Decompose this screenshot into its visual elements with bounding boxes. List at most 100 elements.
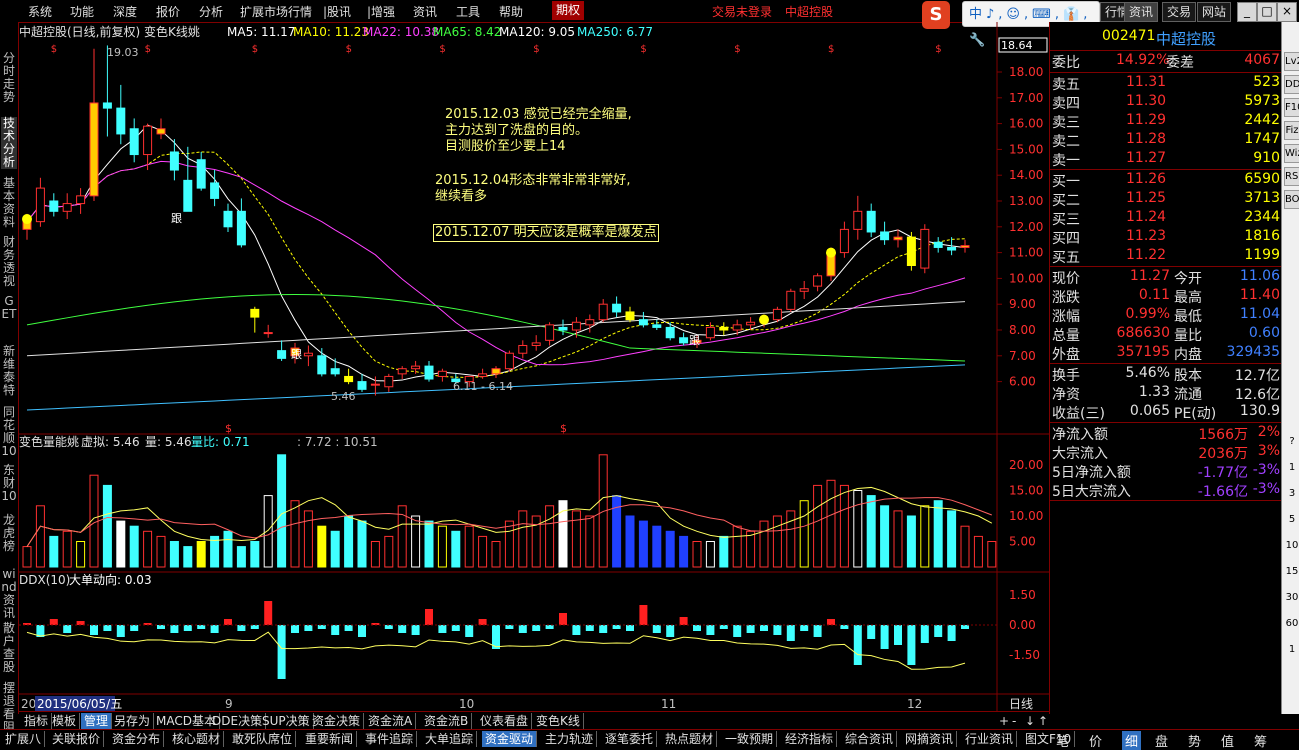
indicator-tab[interactable]: 资金流B (421, 713, 473, 729)
vtab-dc10[interactable]: 东财10 (1, 464, 17, 503)
candle-body[interactable] (116, 107, 126, 135)
extension-tab[interactable]: 主力轨迹 (542, 731, 598, 747)
candle-body[interactable] (491, 368, 501, 375)
detail-tab[interactable]: 盘 (1155, 731, 1168, 750)
extension-tab[interactable]: 敢死队席位 (229, 731, 297, 747)
vtab-finance[interactable]: 财务透视 (1, 236, 17, 288)
extension-tab[interactable]: 大单追踪 (422, 731, 478, 747)
candle-body[interactable] (49, 200, 59, 212)
candle-body[interactable] (652, 324, 662, 328)
candle-body[interactable] (102, 102, 112, 109)
candle-body[interactable] (799, 288, 809, 292)
candle-body[interactable] (411, 365, 421, 370)
candle-body[interactable] (960, 245, 970, 248)
candle-body[interactable] (370, 383, 380, 386)
menu-info[interactable]: 资讯 (413, 3, 437, 20)
candle-body[interactable] (437, 370, 447, 377)
vtab-resist[interactable]: 摆退看阻 (1, 682, 17, 734)
candle-body[interactable] (746, 321, 756, 326)
candle-body[interactable] (705, 326, 715, 339)
candle-body[interactable] (612, 303, 622, 313)
candle-body[interactable] (236, 210, 246, 246)
side-tool-icon[interactable]: Wiz (1284, 144, 1299, 163)
candle-body[interactable] (638, 319, 648, 326)
period-shortcut[interactable]: 1 (1284, 640, 1299, 659)
candle-body[interactable] (424, 365, 434, 380)
detail-tab[interactable]: 势 (1188, 731, 1201, 750)
side-tool-icon[interactable]: Lv2 (1284, 52, 1299, 71)
candle-body[interactable] (330, 368, 340, 375)
vtab-timeshare[interactable]: 分时走势 (1, 52, 17, 104)
menu-depth[interactable]: 深度 (113, 3, 137, 20)
period-shortcut[interactable]: 10 (1284, 536, 1299, 555)
candle-body[interactable] (210, 182, 220, 199)
period-label[interactable]: 日线 (1009, 697, 1033, 711)
candle-body[interactable] (35, 187, 45, 223)
extension-tab[interactable]: 网摘资讯 (902, 731, 958, 747)
candle-body[interactable] (478, 373, 488, 377)
detail-tab[interactable]: 值 (1221, 731, 1234, 750)
candle-body[interactable] (62, 203, 72, 212)
vtab-lhb[interactable]: 龙虎榜 (1, 514, 17, 553)
candle-body[interactable] (169, 151, 179, 171)
period-shortcut[interactable]: 3 (1284, 484, 1299, 503)
menu-help[interactable]: 帮助 (499, 3, 523, 20)
candle-body[interactable] (719, 326, 729, 331)
menu-tools[interactable]: 工具 (456, 3, 480, 20)
candle-body[interactable] (679, 337, 689, 344)
extension-tab[interactable]: 资金驱动 (482, 731, 538, 747)
candle-body[interactable] (223, 210, 233, 228)
period-shortcut[interactable]: 60 (1284, 614, 1299, 633)
candle-body[interactable] (947, 246, 957, 251)
extension-tab[interactable]: 综合资讯 (842, 731, 898, 747)
extension-tab[interactable]: 热点题材 (662, 731, 718, 747)
candle-body[interactable] (786, 290, 796, 310)
candle-body[interactable] (143, 125, 153, 156)
chart-control-button[interactable]: ↓ (1023, 713, 1037, 729)
menu-futures[interactable]: 期权 (552, 1, 585, 20)
candle-body[interactable] (196, 159, 206, 189)
vtab-ths10[interactable]: 同花顺10 (1, 406, 17, 458)
detail-tab[interactable]: 价 (1089, 731, 1102, 750)
indicator-tab[interactable]: DDE决策 (209, 713, 267, 729)
side-tool-icon[interactable]: BOL (1284, 190, 1299, 209)
period-shortcut[interactable]: ? (1284, 432, 1299, 451)
maximize-icon[interactable]: □ (1257, 2, 1277, 22)
menu-quote[interactable]: 报价 (156, 3, 180, 20)
candle-body[interactable] (853, 210, 863, 230)
candle-body[interactable] (772, 308, 782, 321)
chart-control-button[interactable]: + (997, 713, 1011, 729)
candle-body[interactable] (263, 332, 273, 335)
candle-body[interactable] (531, 342, 541, 346)
menu-stock-news[interactable]: |股讯 (323, 3, 351, 20)
menu-system[interactable]: 系统 (28, 3, 52, 20)
candle-body[interactable] (183, 179, 193, 212)
candle-body[interactable] (303, 352, 313, 357)
candle-body[interactable] (732, 324, 742, 331)
period-shortcut[interactable]: 5 (1284, 510, 1299, 529)
indicator-tab[interactable]: 模板 (49, 713, 81, 729)
candle-body[interactable] (625, 311, 635, 321)
period-shortcut[interactable]: 1 (1284, 458, 1299, 477)
candle-body[interactable] (397, 368, 407, 375)
candle-body[interactable] (504, 352, 514, 370)
candle-body[interactable] (156, 128, 166, 135)
indicator-tab[interactable]: 仪表看盘 (477, 713, 533, 729)
candle-body[interactable] (129, 128, 139, 156)
vtab-tech-analysis[interactable]: 技术分析 (1, 117, 17, 169)
candle-body[interactable] (277, 350, 287, 359)
side-tool-icon[interactable]: F10 (1284, 98, 1299, 117)
candle-body[interactable] (558, 326, 568, 331)
candle-body[interactable] (518, 344, 528, 354)
detail-tab[interactable]: 筹 (1254, 731, 1267, 750)
candle-body[interactable] (933, 241, 943, 248)
candle-body[interactable] (813, 275, 823, 287)
candle-body[interactable] (317, 355, 327, 375)
candle-body[interactable] (89, 102, 99, 197)
candle-body[interactable] (866, 210, 876, 233)
menu-function[interactable]: 功能 (70, 3, 94, 20)
candle-body[interactable] (598, 303, 608, 321)
chart-control-button[interactable]: ↑ (1036, 713, 1050, 729)
candle-body[interactable] (571, 321, 581, 331)
extension-tab[interactable]: 资金分布 (109, 731, 165, 747)
